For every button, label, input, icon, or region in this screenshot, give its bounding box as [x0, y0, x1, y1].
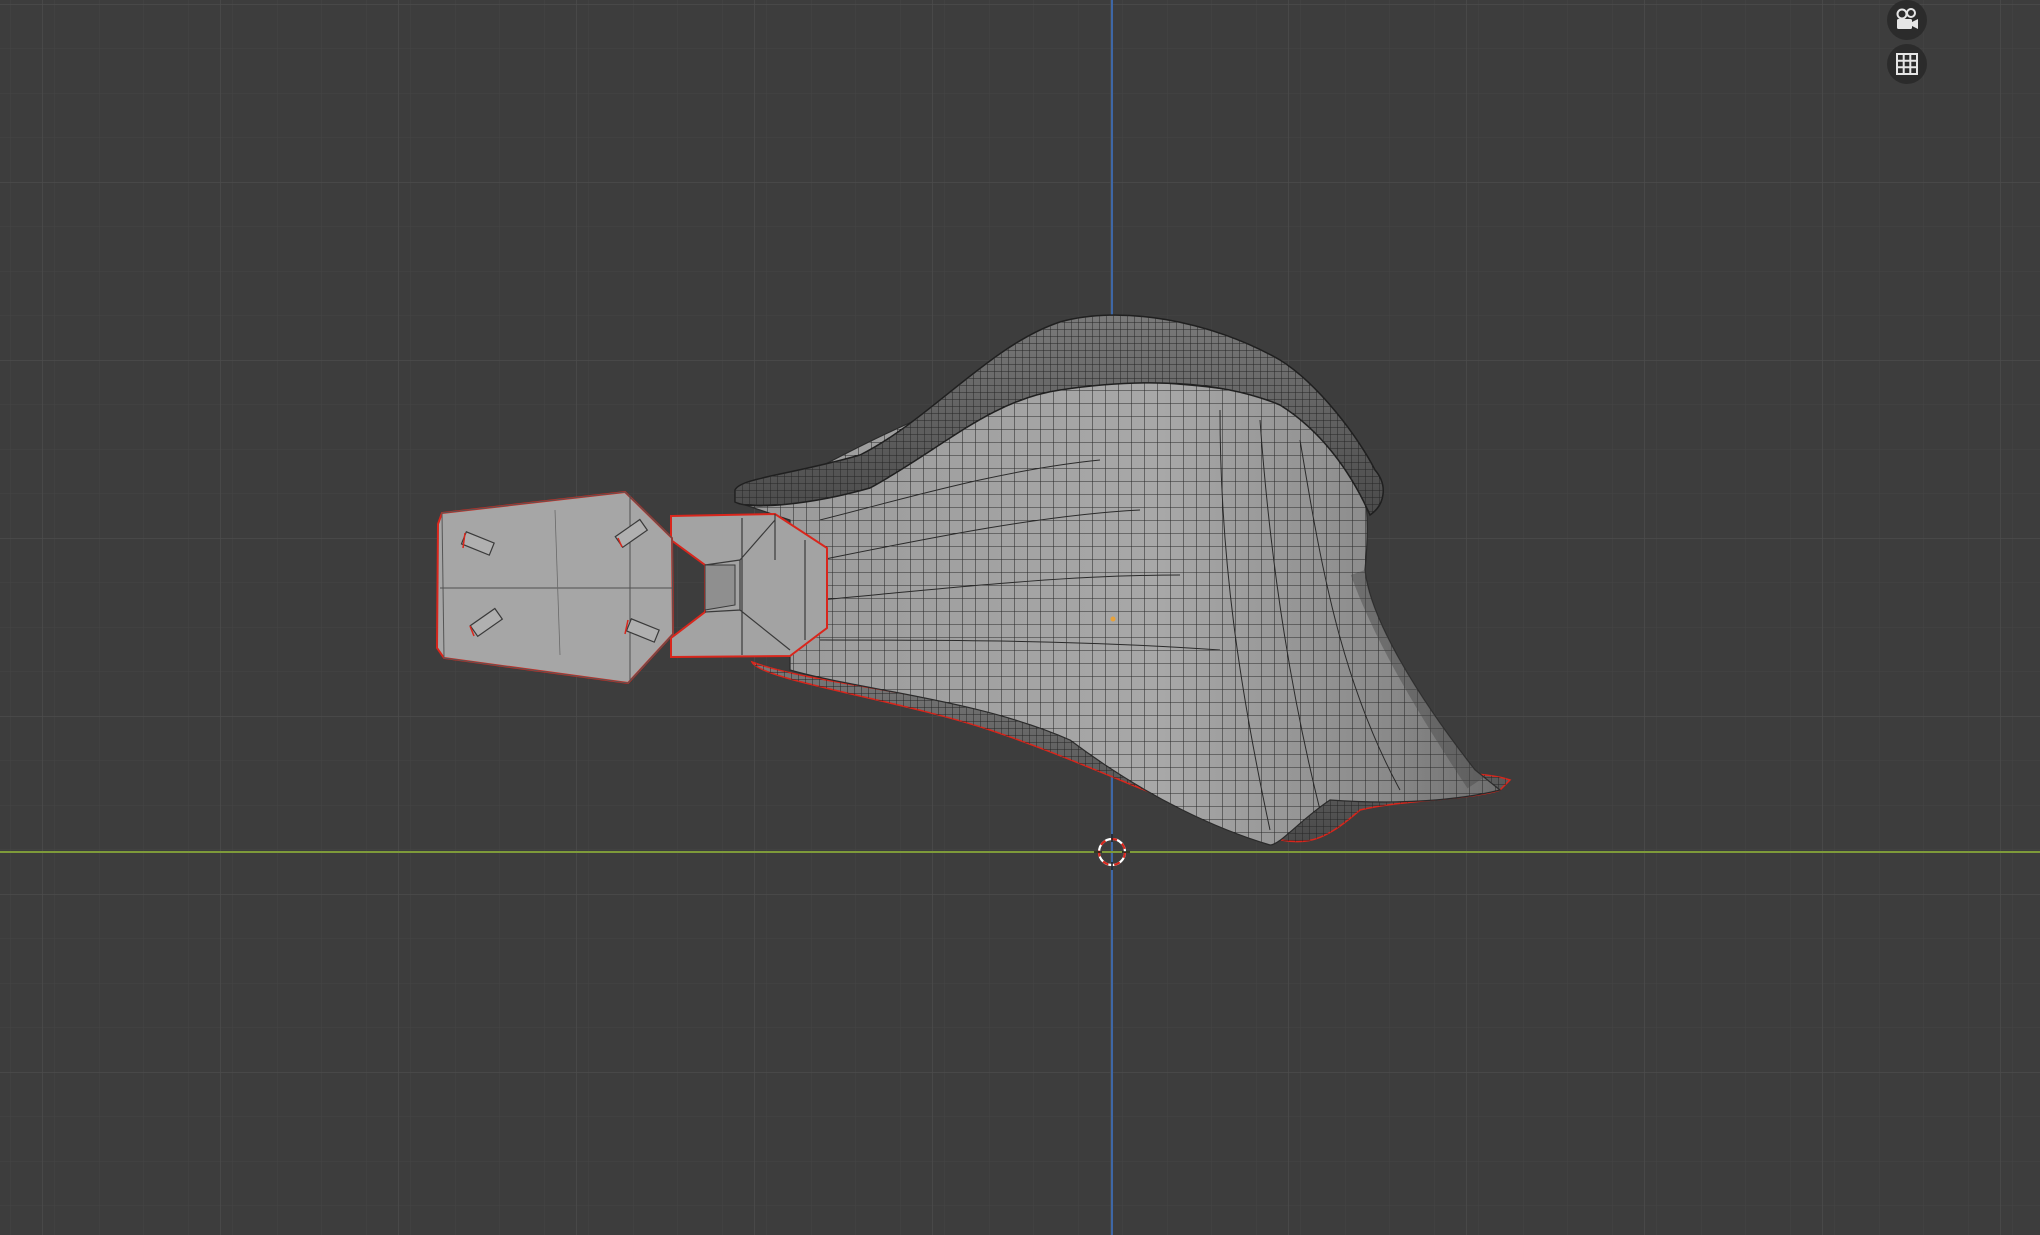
grid-icon — [1895, 52, 1919, 76]
viewport-scene[interactable] — [0, 0, 2040, 1235]
3d-viewport[interactable] — [0, 0, 2040, 1235]
ortho-toggle-button[interactable] — [1887, 44, 1927, 84]
object-origin — [1110, 616, 1116, 622]
camera-button[interactable] — [1887, 0, 1927, 40]
clip-mesh[interactable] — [435, 490, 675, 685]
camera-icon — [1893, 7, 1921, 33]
